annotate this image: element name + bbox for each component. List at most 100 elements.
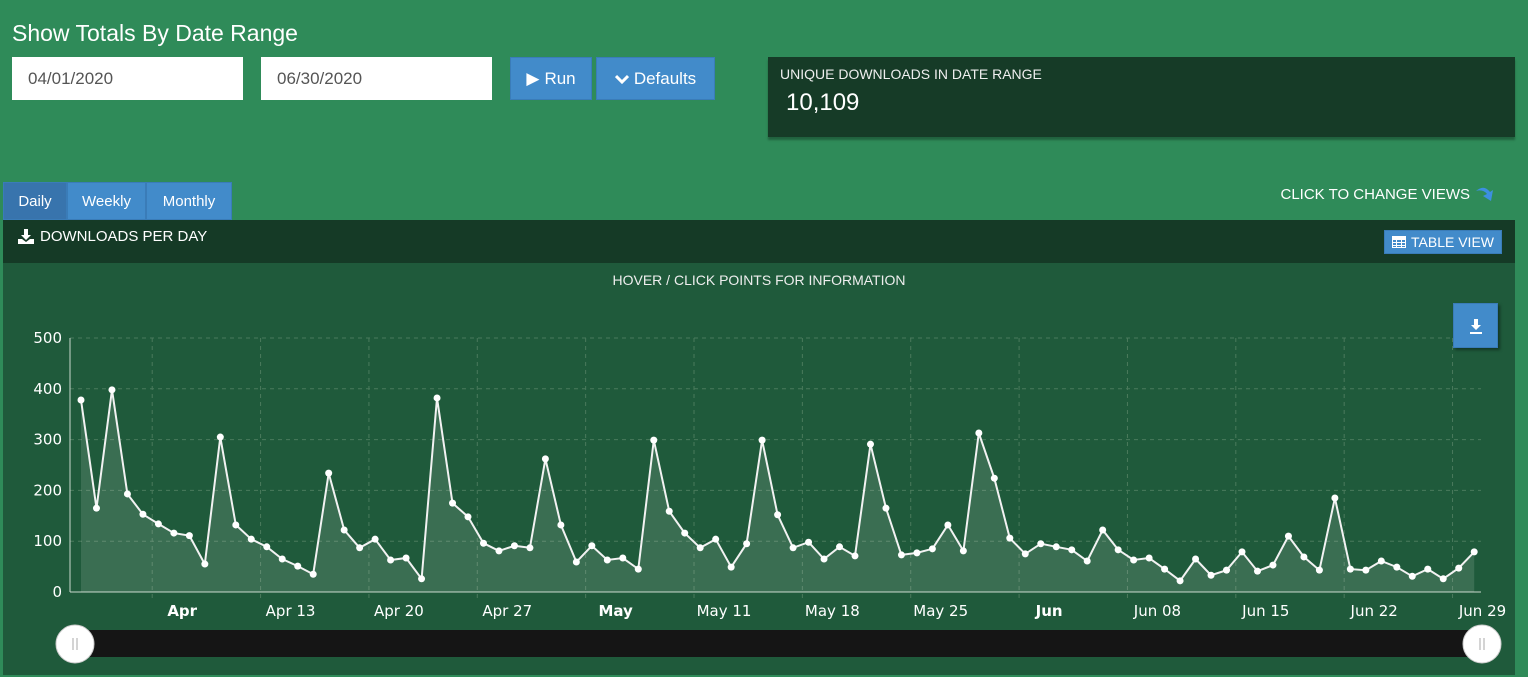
data-point[interactable] xyxy=(1052,543,1060,551)
data-point[interactable] xyxy=(232,521,240,529)
data-point[interactable] xyxy=(1130,556,1138,564)
data-point[interactable] xyxy=(1300,553,1308,561)
data-point[interactable] xyxy=(1408,572,1416,580)
data-point[interactable] xyxy=(990,474,998,482)
data-point[interactable] xyxy=(449,499,457,507)
data-point[interactable] xyxy=(371,535,379,543)
data-point[interactable] xyxy=(619,554,627,562)
end-date-input[interactable] xyxy=(261,57,492,100)
data-point[interactable] xyxy=(402,554,410,562)
data-point[interactable] xyxy=(913,549,921,557)
data-point[interactable] xyxy=(1331,494,1339,502)
defaults-button[interactable]: Defaults xyxy=(596,57,715,100)
data-point[interactable] xyxy=(1145,554,1153,562)
data-point[interactable] xyxy=(1161,565,1169,573)
data-point[interactable] xyxy=(433,394,441,402)
data-point[interactable] xyxy=(1037,540,1045,548)
data-point[interactable] xyxy=(572,558,580,566)
data-point[interactable] xyxy=(479,539,487,547)
start-date-input[interactable] xyxy=(12,57,243,100)
range-navigator-track[interactable] xyxy=(75,630,1483,657)
data-point[interactable] xyxy=(1207,571,1215,579)
export-chart-button[interactable] xyxy=(1453,303,1498,348)
data-point[interactable] xyxy=(1192,555,1200,563)
data-point[interactable] xyxy=(108,386,116,394)
data-point[interactable] xyxy=(944,521,952,529)
data-point[interactable] xyxy=(836,543,844,551)
data-point[interactable] xyxy=(1021,550,1029,558)
data-point[interactable] xyxy=(1176,577,1184,585)
data-point[interactable] xyxy=(325,469,333,477)
data-point[interactable] xyxy=(170,529,178,537)
data-point[interactable] xyxy=(557,521,565,529)
data-point[interactable] xyxy=(975,429,983,437)
tab-daily[interactable]: Daily xyxy=(3,182,67,220)
data-point[interactable] xyxy=(882,504,890,512)
data-point[interactable] xyxy=(201,560,209,568)
data-point[interactable] xyxy=(959,547,967,555)
data-point[interactable] xyxy=(1470,548,1478,556)
tab-monthly[interactable]: Monthly xyxy=(146,182,232,220)
data-point[interactable] xyxy=(1284,532,1292,540)
data-point[interactable] xyxy=(1269,561,1277,569)
data-point[interactable] xyxy=(340,526,348,534)
data-point[interactable] xyxy=(216,433,224,441)
data-point[interactable] xyxy=(526,544,534,552)
tab-weekly[interactable]: Weekly xyxy=(67,182,146,220)
data-point[interactable] xyxy=(418,575,426,583)
data-point[interactable] xyxy=(1424,565,1432,573)
data-point[interactable] xyxy=(805,538,813,546)
data-point[interactable] xyxy=(495,547,503,555)
data-point[interactable] xyxy=(774,511,782,519)
data-point[interactable] xyxy=(154,520,162,528)
data-point[interactable] xyxy=(928,545,936,553)
data-point[interactable] xyxy=(743,540,751,548)
data-point[interactable] xyxy=(1253,567,1261,575)
data-point[interactable] xyxy=(650,436,658,444)
data-point[interactable] xyxy=(1223,566,1231,574)
data-point[interactable] xyxy=(510,542,518,550)
data-point[interactable] xyxy=(1315,566,1323,574)
data-point[interactable] xyxy=(727,563,735,571)
data-point[interactable] xyxy=(92,504,100,512)
data-point[interactable] xyxy=(356,544,364,552)
data-point[interactable] xyxy=(185,532,193,540)
data-point[interactable] xyxy=(820,555,828,563)
data-point[interactable] xyxy=(77,396,85,404)
data-point[interactable] xyxy=(696,544,704,552)
data-point[interactable] xyxy=(789,544,797,552)
data-point[interactable] xyxy=(387,556,395,564)
data-point[interactable] xyxy=(712,535,720,543)
data-point[interactable] xyxy=(263,543,271,551)
data-point[interactable] xyxy=(1068,546,1076,554)
data-point[interactable] xyxy=(1393,563,1401,571)
data-point[interactable] xyxy=(278,555,286,563)
data-point[interactable] xyxy=(1006,534,1014,542)
range-handle-right[interactable] xyxy=(1462,624,1502,664)
data-point[interactable] xyxy=(1083,557,1091,565)
data-point[interactable] xyxy=(123,490,131,498)
data-point[interactable] xyxy=(1362,566,1370,574)
data-point[interactable] xyxy=(665,507,673,515)
data-point[interactable] xyxy=(897,551,905,559)
data-point[interactable] xyxy=(294,562,302,570)
range-handle-left[interactable] xyxy=(55,624,95,664)
data-point[interactable] xyxy=(588,542,596,550)
data-point[interactable] xyxy=(681,529,689,537)
data-point[interactable] xyxy=(851,552,859,560)
data-point[interactable] xyxy=(758,436,766,444)
data-point[interactable] xyxy=(309,570,317,578)
data-point[interactable] xyxy=(1099,526,1107,534)
data-point[interactable] xyxy=(541,455,549,463)
data-point[interactable] xyxy=(866,440,874,448)
data-point[interactable] xyxy=(1346,565,1354,573)
data-point[interactable] xyxy=(247,535,255,543)
data-point[interactable] xyxy=(634,565,642,573)
data-point[interactable] xyxy=(464,513,472,521)
data-point[interactable] xyxy=(139,510,147,518)
data-point[interactable] xyxy=(603,556,611,564)
downloads-chart[interactable]: 0 100 200 300 400 500 Apr Apr 13 Apr 20 Apr 27 May… xyxy=(3,220,1515,675)
data-point[interactable] xyxy=(1114,546,1122,554)
run-button[interactable]: ▶ Run xyxy=(510,57,592,100)
data-point[interactable] xyxy=(1377,557,1385,565)
